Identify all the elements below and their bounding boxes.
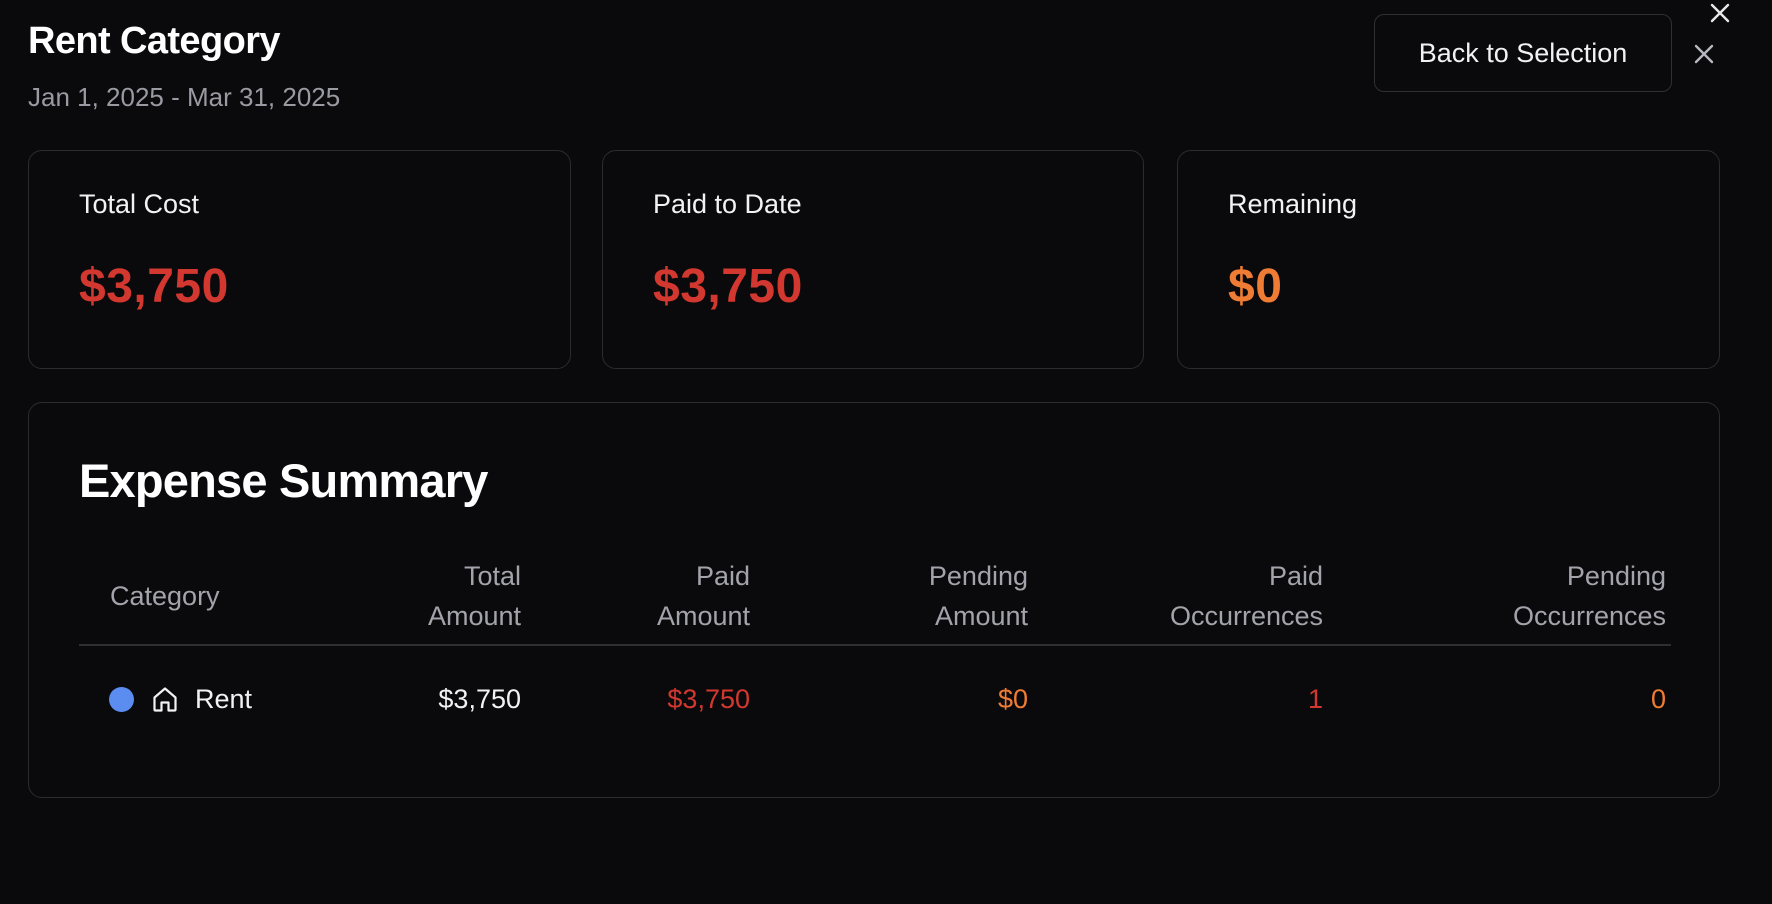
- total-cost-card: Total Cost $3,750: [28, 150, 571, 369]
- table-divider: [79, 644, 1671, 646]
- page-title: Rent Category: [28, 20, 281, 62]
- card-value: $0: [1228, 260, 1283, 313]
- table-row-category: Rent: [109, 681, 252, 717]
- column-header-paid-amount: Paid Amount: [656, 561, 750, 631]
- column-header-category: Category: [110, 581, 220, 611]
- expense-summary-panel: Expense Summary Category Total Amount Pa…: [28, 402, 1720, 798]
- cell-pending-occurrences: 0: [1650, 684, 1666, 714]
- close-icon[interactable]: [1707, 0, 1733, 26]
- cell-total-amount: $3,750: [438, 684, 521, 714]
- expense-detail-dialog: Rent Category Jan 1, 2025 - Mar 31, 2025…: [0, 0, 1772, 904]
- column-header-paid-occurrences: Paid Occurrences: [1169, 561, 1323, 631]
- column-header-total-amount: Total Amount: [427, 561, 521, 631]
- date-range: Jan 1, 2025 - Mar 31, 2025: [28, 82, 341, 112]
- close-dialog-button[interactable]: [1688, 38, 1720, 70]
- card-label: Total Cost: [79, 189, 200, 219]
- home-icon: [149, 683, 181, 715]
- category-color-dot: [109, 686, 134, 712]
- cell-paid-amount: $3,750: [667, 684, 750, 714]
- card-value: $3,750: [653, 260, 803, 313]
- close-icon: [1694, 44, 1714, 64]
- section-title: Expense Summary: [79, 454, 488, 507]
- cell-paid-occurrences: 1: [1307, 684, 1323, 714]
- card-label: Paid to Date: [653, 189, 802, 219]
- category-name: Rent: [195, 683, 253, 714]
- back-to-selection-button[interactable]: Back to Selection: [1374, 14, 1672, 92]
- remaining-card: Remaining $0: [1177, 150, 1720, 369]
- paid-to-date-card: Paid to Date $3,750: [602, 150, 1144, 369]
- card-label: Remaining: [1228, 189, 1358, 219]
- column-header-pending-amount: Pending Amount: [928, 561, 1028, 631]
- card-value: $3,750: [79, 260, 229, 313]
- column-header-pending-occurrences: Pending Occurrences: [1512, 561, 1666, 631]
- cell-pending-amount: $0: [997, 684, 1028, 714]
